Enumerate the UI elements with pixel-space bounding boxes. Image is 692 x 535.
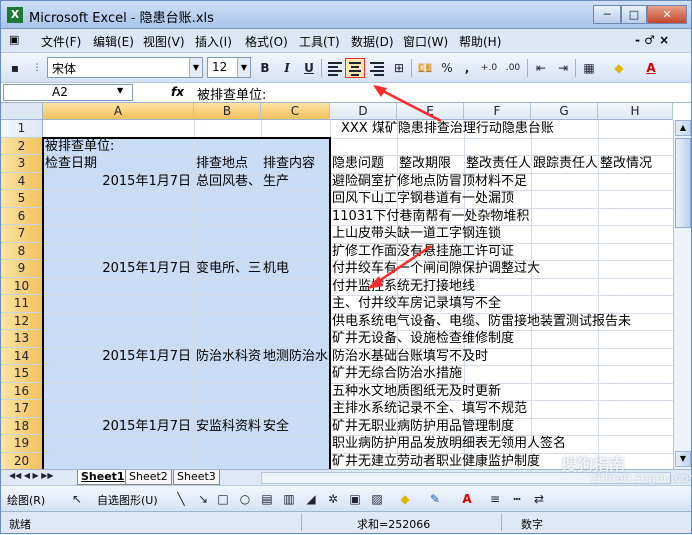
arrow-style-icon[interactable]: ⇄ (531, 491, 547, 507)
line-style-icon[interactable]: ≡ (487, 491, 503, 507)
picture-icon[interactable]: ▨ (369, 491, 385, 507)
tab-sheet3[interactable]: Sheet3 (173, 470, 220, 485)
line-tool-icon[interactable]: ╲ (173, 491, 189, 507)
clipart-icon[interactable]: ▣ (347, 491, 363, 507)
wordart-icon[interactable]: ◢ (303, 491, 319, 507)
tab-nav-icons[interactable]: ◀◀ ◀ ▶ ▶▶ (9, 471, 54, 480)
vertical-textbox-icon[interactable]: ▥ (281, 491, 297, 507)
status-sum: 求和=252066 (357, 518, 431, 531)
autoshape-menu-button[interactable]: 自选图形(U) (97, 492, 158, 508)
watermark-url: zhinan.sogou.com (591, 471, 692, 485)
textbox-tool-icon[interactable]: ▤ (259, 491, 275, 507)
fill-color-icon[interactable]: ◆ (397, 491, 413, 507)
diagram-icon[interactable]: ✲ (325, 491, 341, 507)
status-divider (501, 514, 502, 531)
drawing-toolbar: 绘图(R) ↖ 自选图形(U) ╲ ↘ □ ○ ▤ ▥ ◢ ✲ ▣ ▨ ◆ ✎ … (1, 485, 691, 511)
line-color-icon[interactable]: ✎ (427, 491, 443, 507)
tab-sheet1[interactable]: Sheet1 (77, 470, 129, 485)
status-divider (301, 514, 302, 531)
font-color-icon[interactable]: A (459, 491, 475, 507)
select-pointer-icon[interactable]: ↖ (69, 491, 85, 507)
status-ready: 就绪 (9, 518, 31, 531)
arrow-tool-icon[interactable]: ↘ (195, 491, 211, 507)
rectangle-tool-icon[interactable]: □ (215, 491, 231, 507)
excel-window: X Microsoft Excel - 隐患台账.xls ─ □ ✕ ▣ 文件(… (0, 0, 692, 534)
tab-sheet2[interactable]: Sheet2 (125, 470, 172, 485)
oval-tool-icon[interactable]: ○ (237, 491, 253, 507)
status-bar: 就绪 求和=252066 数字 (1, 511, 691, 533)
status-num: 数字 (521, 518, 543, 531)
draw-menu-button[interactable]: 绘图(R) (7, 492, 45, 508)
dash-style-icon[interactable]: ┅ (509, 491, 525, 507)
